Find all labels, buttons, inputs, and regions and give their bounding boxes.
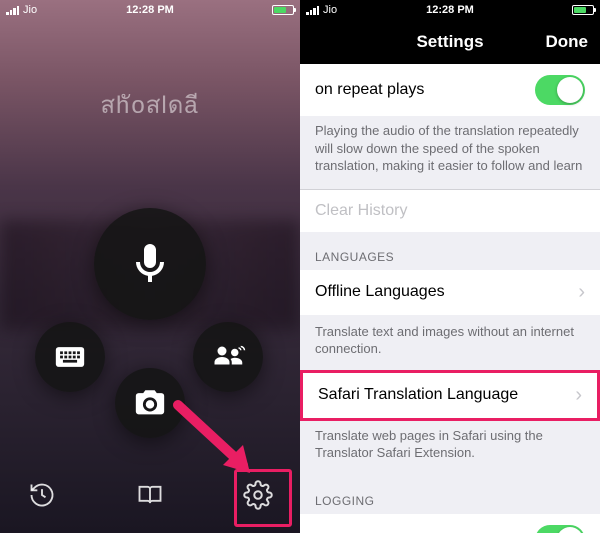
chevron-right-icon: ›: [575, 384, 582, 407]
microphone-button[interactable]: [94, 208, 206, 320]
languages-section-header: LANGUAGES: [300, 232, 600, 270]
safari-translation-row[interactable]: Safari Translation Language ›: [300, 370, 600, 421]
history-button[interactable]: [22, 475, 62, 515]
carrier-label: Jio: [323, 4, 337, 16]
battery-icon: [572, 5, 594, 15]
status-bar: Jio 12:28 PM: [300, 0, 600, 20]
signal-icon: [6, 5, 19, 15]
nav-bar: Settings Done: [300, 20, 600, 64]
row-label: Offline Languages: [315, 283, 445, 301]
phrasebook-button[interactable]: [130, 475, 170, 515]
row-label: Safari Translation Language: [318, 386, 518, 404]
repeat-toggle[interactable]: [535, 75, 585, 105]
keyboard-button[interactable]: [35, 322, 105, 392]
book-icon: [136, 481, 164, 509]
done-button[interactable]: Done: [546, 32, 589, 52]
clear-history-button[interactable]: Clear History: [300, 189, 600, 232]
logging-row[interactable]: [300, 514, 600, 533]
repeat-plays-row[interactable]: on repeat plays: [300, 64, 600, 116]
signal-icon: [306, 5, 319, 15]
annotation-arrow-icon: [168, 395, 268, 485]
safari-description: Translate web pages in Safari using the …: [300, 419, 600, 476]
camera-icon: [133, 386, 167, 420]
annotation-highlight-safari: Safari Translation Language ›: [300, 370, 600, 421]
status-bar: Jio 12:28 PM: [0, 0, 300, 20]
logging-section-header: LOGGING: [300, 476, 600, 514]
conversation-button[interactable]: [193, 322, 263, 392]
repeat-description: Playing the audio of the translation rep…: [300, 116, 600, 189]
row-label: on repeat plays: [315, 81, 424, 99]
offline-languages-row[interactable]: Offline Languages ›: [300, 270, 600, 315]
keyboard-icon: [53, 340, 87, 374]
status-time: 12:28 PM: [126, 4, 174, 16]
conversation-icon: [210, 339, 246, 375]
carrier-label: Jio: [23, 4, 37, 16]
greeting-text: สhัoสlดaี: [100, 85, 199, 124]
battery-icon: [272, 5, 294, 15]
microphone-icon: [126, 240, 174, 288]
logging-toggle[interactable]: [535, 525, 585, 533]
chevron-right-icon: ›: [578, 281, 585, 304]
translator-main-screen: Jio 12:28 PM สhัoสlดaี: [0, 0, 300, 533]
history-icon: [28, 481, 56, 509]
nav-title: Settings: [416, 32, 483, 52]
settings-screen: Jio 12:28 PM Settings Done on repeat pla…: [300, 0, 600, 533]
status-time: 12:28 PM: [426, 4, 474, 16]
offline-description: Translate text and images without an int…: [300, 315, 600, 372]
